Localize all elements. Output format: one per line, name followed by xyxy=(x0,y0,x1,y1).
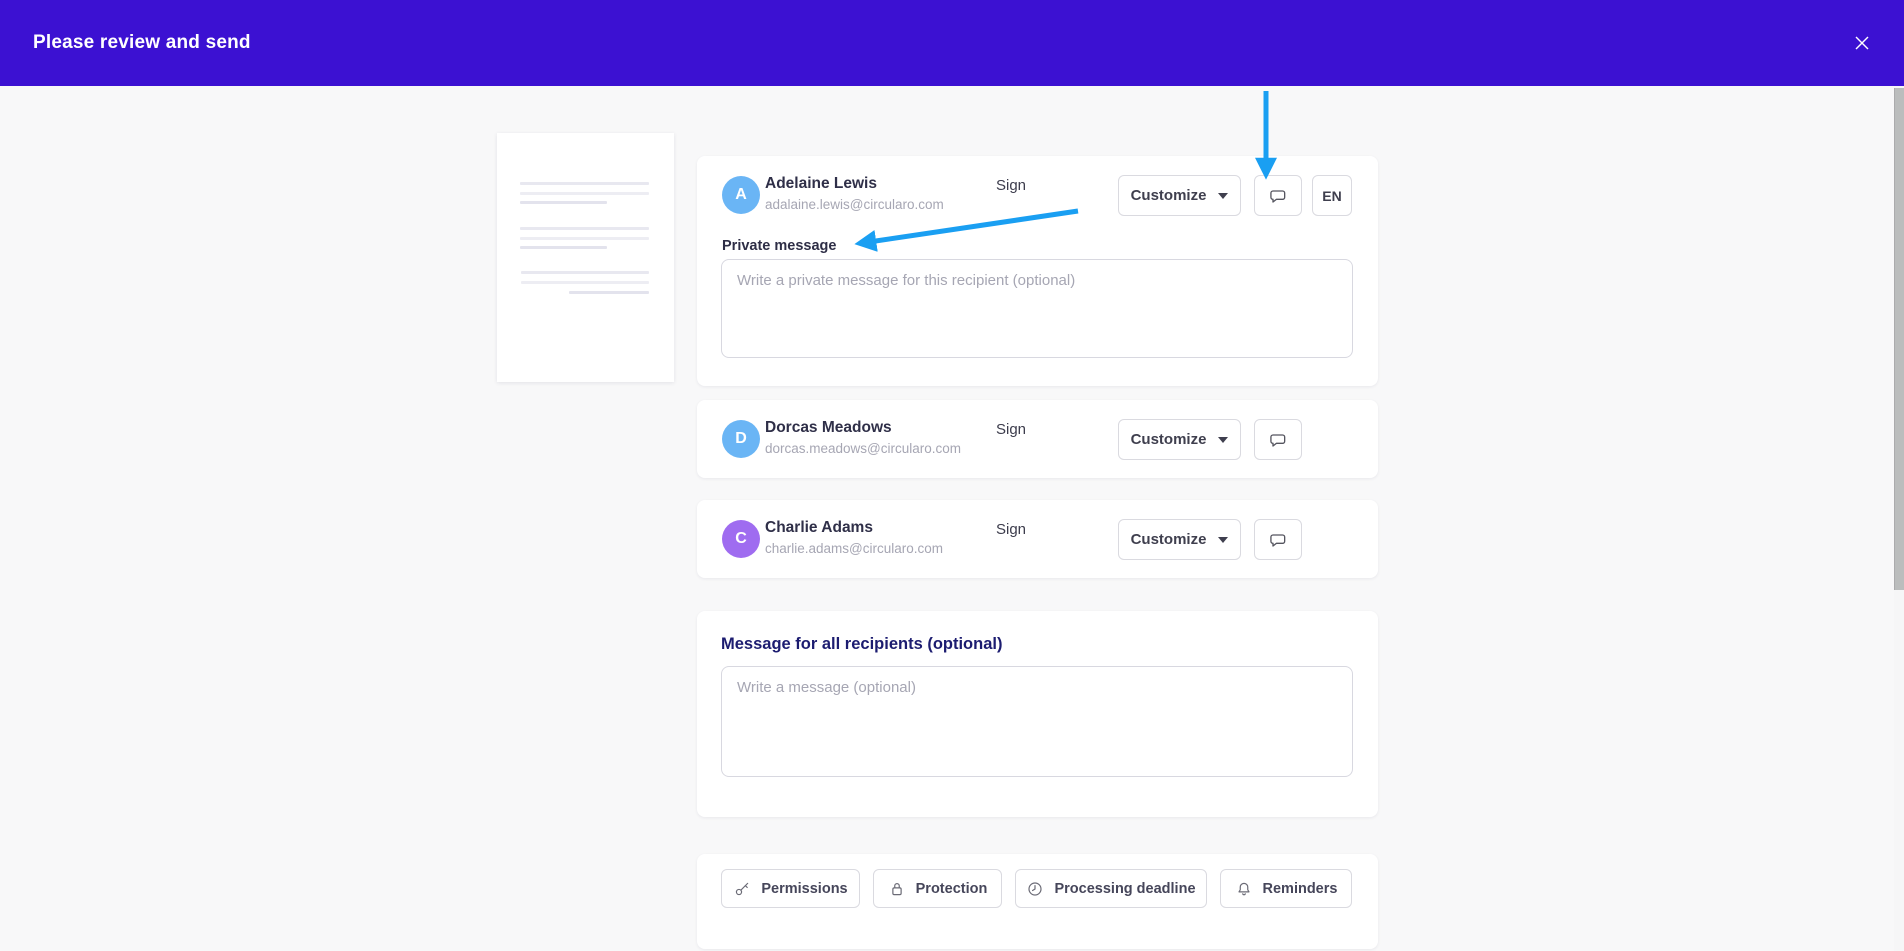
recipient-card: D Dorcas Meadows dorcas.meadows@circular… xyxy=(697,400,1378,478)
private-message-input[interactable] xyxy=(721,259,1353,358)
key-icon xyxy=(733,880,751,898)
processing-deadline-button[interactable]: Processing deadline xyxy=(1015,869,1207,908)
customize-button[interactable]: Customize xyxy=(1118,419,1241,460)
customize-label: Customize xyxy=(1131,431,1207,448)
settings-card: Permissions Protection Processing deadli… xyxy=(697,854,1378,949)
bell-icon xyxy=(1235,880,1253,898)
scrollbar-thumb[interactable] xyxy=(1894,88,1904,590)
message-all-card: Message for all recipients (optional) xyxy=(697,611,1378,817)
recipient-email: charlie.adams@circularo.com xyxy=(765,541,943,556)
customize-label: Customize xyxy=(1131,187,1207,204)
language-label: EN xyxy=(1322,188,1341,204)
recipient-card: A Adelaine Lewis adalaine.lewis@circular… xyxy=(697,156,1378,386)
permissions-button[interactable]: Permissions xyxy=(721,869,860,908)
thumbnail-text-line xyxy=(520,227,649,230)
chat-bubble-icon xyxy=(1268,186,1288,206)
thumbnail-text-line xyxy=(520,192,649,195)
clock-icon xyxy=(1026,880,1044,898)
recipient-card: C Charlie Adams charlie.adams@circularo.… xyxy=(697,500,1378,578)
recipient-email: adalaine.lewis@circularo.com xyxy=(765,197,944,212)
thumbnail-text-line xyxy=(521,281,649,284)
chevron-down-icon xyxy=(1218,537,1228,543)
avatar: A xyxy=(722,176,760,214)
modal-header: Please review and send xyxy=(0,0,1904,86)
chat-bubble-icon xyxy=(1268,430,1288,450)
message-all-input[interactable] xyxy=(721,666,1353,777)
recipient-email: dorcas.meadows@circularo.com xyxy=(765,441,961,456)
document-thumbnail[interactable] xyxy=(497,133,674,382)
private-message-button[interactable] xyxy=(1254,419,1302,460)
thumbnail-text-line xyxy=(569,291,649,294)
private-message-label: Private message xyxy=(722,238,836,254)
avatar: D xyxy=(722,420,760,458)
chevron-down-icon xyxy=(1218,437,1228,443)
thumbnail-text-line xyxy=(520,237,649,240)
language-button[interactable]: EN xyxy=(1312,175,1352,216)
page-title: Please review and send xyxy=(33,32,251,54)
recipient-name: Adelaine Lewis xyxy=(765,175,877,193)
thumbnail-text-line xyxy=(520,182,649,185)
settings-row: Permissions Protection Processing deadli… xyxy=(721,869,1352,908)
thumbnail-text-line xyxy=(520,201,607,204)
chat-bubble-icon xyxy=(1268,530,1288,550)
reminders-button[interactable]: Reminders xyxy=(1220,869,1352,908)
customize-label: Customize xyxy=(1131,531,1207,548)
customize-button[interactable]: Customize xyxy=(1118,519,1241,560)
recipient-name: Dorcas Meadows xyxy=(765,419,892,437)
scrollbar-track xyxy=(1894,86,1904,951)
processing-deadline-label: Processing deadline xyxy=(1054,881,1195,897)
protection-label: Protection xyxy=(916,881,988,897)
avatar: C xyxy=(722,520,760,558)
protection-button[interactable]: Protection xyxy=(873,869,1002,908)
recipient-role: Sign xyxy=(996,177,1026,194)
lock-icon xyxy=(888,880,906,898)
close-icon[interactable] xyxy=(1848,29,1876,57)
recipient-role: Sign xyxy=(996,421,1026,438)
thumbnail-text-line xyxy=(521,271,649,274)
chevron-down-icon xyxy=(1218,193,1228,199)
message-all-title: Message for all recipients (optional) xyxy=(721,635,1002,654)
private-message-button[interactable] xyxy=(1254,175,1302,216)
private-message-button[interactable] xyxy=(1254,519,1302,560)
thumbnail-text-line xyxy=(520,246,607,249)
permissions-label: Permissions xyxy=(761,881,847,897)
recipient-name: Charlie Adams xyxy=(765,519,873,537)
customize-button[interactable]: Customize xyxy=(1118,175,1241,216)
reminders-label: Reminders xyxy=(1263,881,1338,897)
recipient-role: Sign xyxy=(996,521,1026,538)
